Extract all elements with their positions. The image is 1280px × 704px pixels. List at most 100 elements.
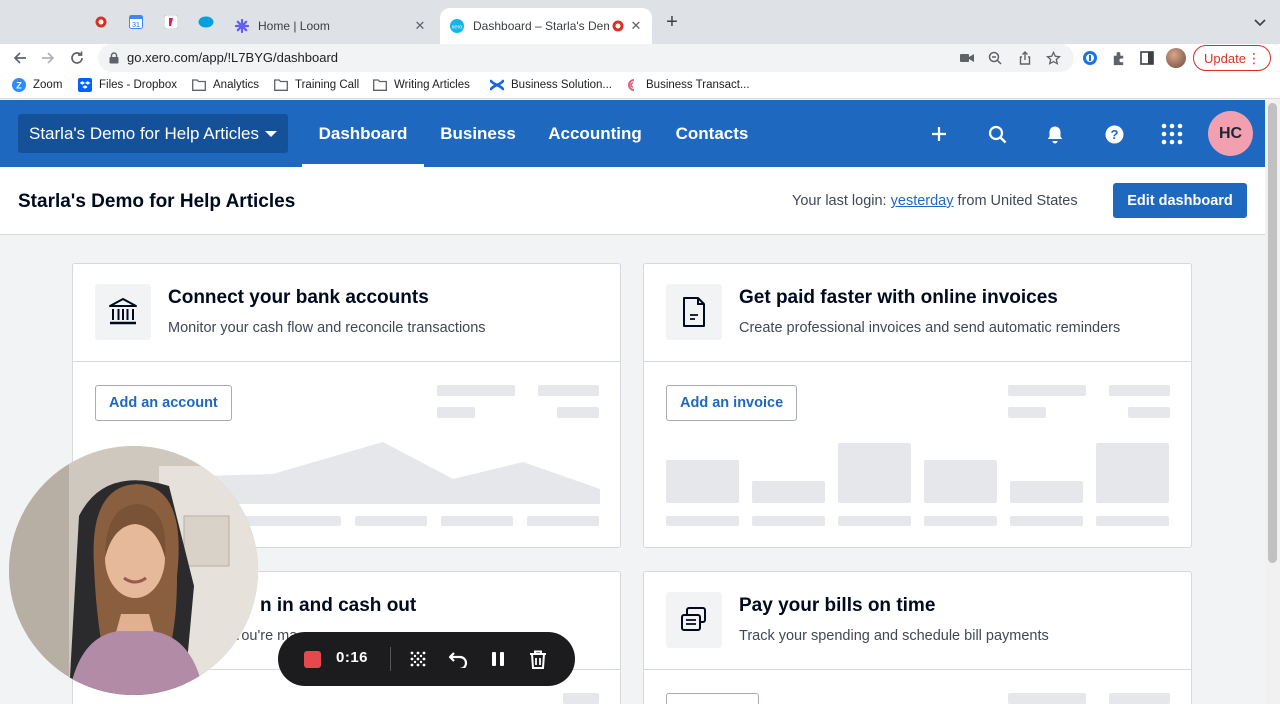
bookmark-dropbox[interactable]: Files - Dropbox: [78, 76, 177, 94]
bookmark-business-transact[interactable]: Business Transact...: [625, 76, 750, 94]
stop-recording-button[interactable]: [304, 651, 321, 668]
url-text: go.xero.com/app/!L7BYG/dashboard: [127, 50, 339, 65]
svg-text:Z: Z: [16, 81, 22, 91]
loom-icon: [234, 18, 250, 34]
bookmark-writing-articles[interactable]: Writing Articles: [373, 76, 470, 94]
back-icon[interactable]: [10, 48, 30, 68]
skeleton-placeholder: [1109, 385, 1170, 396]
skeleton-placeholder: [527, 516, 599, 526]
dashboard-header: Starla's Demo for Help Articles Your las…: [0, 167, 1265, 235]
org-switcher[interactable]: Starla's Demo for Help Articles: [18, 114, 288, 153]
tab-loom[interactable]: Home | Loom ✕: [226, 8, 436, 44]
user-avatar[interactable]: HC: [1208, 111, 1253, 156]
app-launcher-grid-icon[interactable]: [1160, 122, 1184, 146]
loom-camera-bubble[interactable]: [9, 446, 258, 695]
help-icon[interactable]: ?: [1102, 122, 1126, 146]
bill-action-button[interactable]: [666, 693, 759, 704]
skeleton-bar: [838, 443, 911, 503]
app-icon: [625, 78, 639, 92]
pause-icon[interactable]: [488, 649, 508, 669]
notifications-bell-icon[interactable]: [1043, 122, 1067, 146]
bookmark-analytics[interactable]: Analytics: [192, 76, 259, 94]
tab-loom-title: Home | Loom: [258, 19, 330, 33]
tab-recording-icon: [612, 20, 624, 32]
edit-dashboard-button[interactable]: Edit dashboard: [1113, 183, 1247, 218]
zoom-magnifier-icon[interactable]: [986, 49, 1004, 67]
nav-accounting[interactable]: Accounting: [538, 100, 652, 167]
skeleton-placeholder: [1008, 693, 1086, 704]
tab-xero-dashboard[interactable]: xero Dashboard – Starla's Demo ✕: [440, 8, 652, 44]
drawing-tools-icon[interactable]: [408, 649, 428, 669]
profile-avatar[interactable]: [1166, 48, 1186, 68]
org-name: Starla's Demo for Help Articles: [29, 123, 259, 143]
tab-loom-close-icon[interactable]: ✕: [412, 18, 428, 34]
app-tab-icon[interactable]: [162, 13, 180, 31]
skeleton-bar: [752, 481, 825, 503]
nav-dashboard[interactable]: Dashboard: [302, 100, 424, 167]
page-scrollbar[interactable]: [1265, 99, 1280, 704]
scrollbar-thumb[interactable]: [1268, 103, 1277, 563]
nav-business[interactable]: Business: [432, 100, 524, 167]
bookmark-business-solution[interactable]: Business Solution...: [490, 76, 612, 94]
page-title: Starla's Demo for Help Articles: [18, 191, 296, 212]
calendar-tab-icon[interactable]: 31: [127, 13, 145, 31]
add-invoice-button[interactable]: Add an invoice: [666, 385, 798, 421]
update-label: Update: [1204, 50, 1246, 66]
tab-xero-close-icon[interactable]: ✕: [628, 18, 644, 34]
more-menu-icon[interactable]: ⋮: [1247, 51, 1261, 65]
card-subtitle: Monitor your cash flow and reconcile tra…: [168, 320, 486, 336]
bookmark-star-icon[interactable]: [1044, 49, 1062, 67]
forward-icon[interactable]: [38, 48, 58, 68]
bookmark-label: Files - Dropbox: [99, 79, 177, 91]
bookmark-label: Analytics: [213, 79, 260, 91]
camera-icon[interactable]: [958, 49, 976, 67]
skeleton-placeholder: [1010, 516, 1083, 526]
skeleton-placeholder: [1008, 407, 1046, 418]
svg-text:?: ?: [1110, 127, 1118, 142]
address-bar[interactable]: go.xero.com/app/!L7BYG/dashboard: [98, 44, 1074, 72]
share-icon[interactable]: [1016, 49, 1034, 67]
skeleton-placeholder: [752, 516, 825, 526]
salesforce-tab-icon[interactable]: [197, 13, 215, 31]
reload-icon[interactable]: [67, 48, 87, 68]
nav-contacts[interactable]: Contacts: [664, 100, 760, 167]
tab-search-chevron-icon[interactable]: [1252, 14, 1268, 30]
recording-tab-icon[interactable]: [92, 13, 110, 31]
card-title: Get paid faster with online invoices: [739, 287, 1058, 308]
skeleton-placeholder: [437, 407, 475, 418]
skeleton-placeholder: [1096, 516, 1169, 526]
bookmark-label: Writing Articles: [394, 79, 470, 91]
bookmark-label: Training Call: [295, 79, 360, 91]
card-header: Connect your bank accounts Monitor your …: [73, 264, 620, 362]
delete-trash-icon[interactable]: [528, 649, 548, 669]
dropbox-icon: [78, 78, 92, 92]
skeleton-bar: [924, 460, 997, 503]
update-button[interactable]: Update ⋮: [1193, 45, 1271, 71]
password-manager-icon[interactable]: [1081, 49, 1099, 67]
side-panel-icon[interactable]: [1138, 49, 1156, 67]
card-header: Pay your bills on time Track your spendi…: [644, 572, 1191, 670]
xero-icon: xero: [449, 18, 465, 34]
online-invoices-card: Get paid faster with online invoices Cre…: [643, 263, 1192, 548]
folder-icon: [274, 78, 288, 92]
skeleton-placeholder: [1109, 693, 1170, 704]
loom-recording-controls: 0:16: [278, 632, 575, 686]
pay-bills-card: Pay your bills on time Track your spendi…: [643, 571, 1192, 704]
last-login-link[interactable]: yesterday: [891, 193, 954, 209]
invoice-icon: [666, 284, 722, 340]
add-account-button[interactable]: Add an account: [95, 385, 232, 421]
search-icon[interactable]: [985, 122, 1009, 146]
svg-text:xero: xero: [452, 25, 463, 31]
bookmark-training-call[interactable]: Training Call: [274, 76, 359, 94]
recording-timer: 0:16: [336, 649, 369, 666]
lock-icon[interactable]: [108, 52, 120, 64]
folder-icon: [373, 78, 387, 92]
skeleton-placeholder: [1128, 407, 1170, 418]
restart-undo-icon[interactable]: [448, 649, 468, 669]
extensions-icon[interactable]: [1109, 49, 1127, 67]
caret-down-icon: [265, 130, 277, 137]
new-tab-button[interactable]: +: [662, 12, 682, 32]
bookmark-zoom[interactable]: Z Zoom: [12, 76, 62, 94]
folder-icon: [192, 78, 206, 92]
plus-icon[interactable]: [927, 122, 951, 146]
